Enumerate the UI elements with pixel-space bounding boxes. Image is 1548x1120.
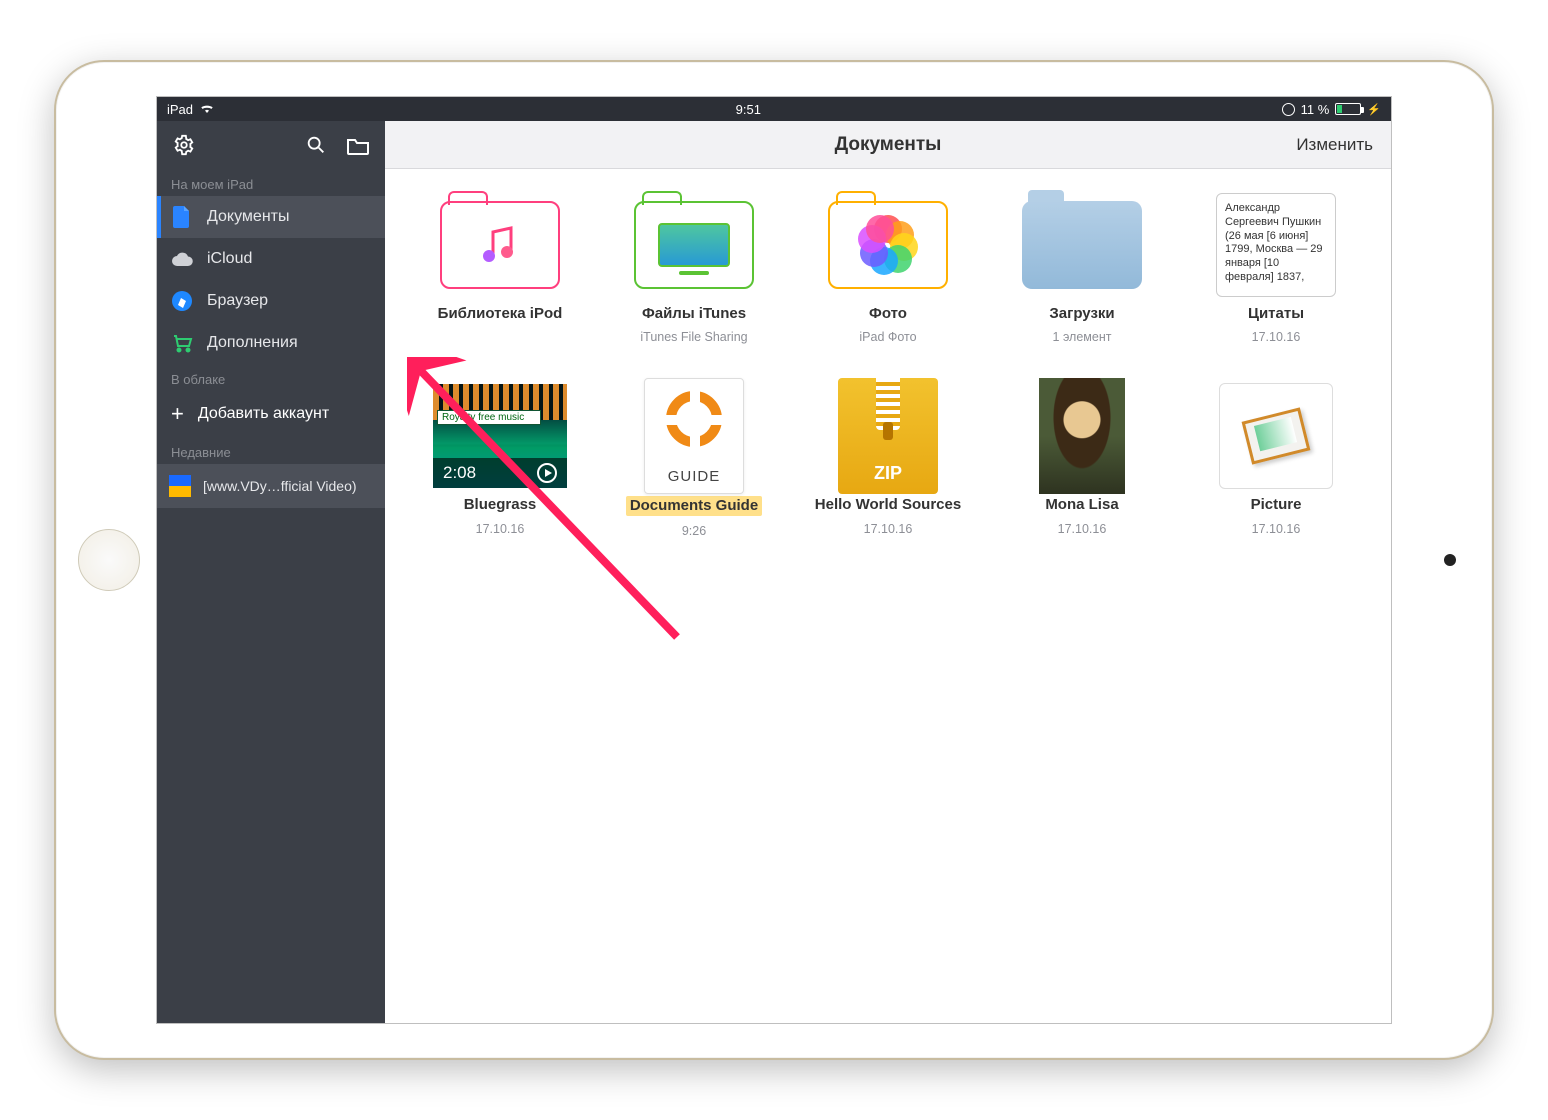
- home-button[interactable]: [78, 529, 140, 591]
- folder-icon: [1022, 201, 1142, 289]
- sidebar-item-icloud[interactable]: iCloud: [157, 238, 385, 280]
- sidebar: На моем iPad Документы iCloud: [157, 121, 385, 1023]
- zip-icon: ZIP: [838, 378, 938, 494]
- cart-icon: [171, 332, 193, 354]
- recent-item[interactable]: [www.VDy…fficial Video): [157, 464, 385, 508]
- play-icon: [537, 463, 557, 483]
- tile-documents-guide[interactable]: GUIDE Documents Guide 9:26: [609, 384, 779, 537]
- tile-subtitle: 1 элемент: [1053, 330, 1112, 344]
- thumb-caption: Royalty free music: [437, 410, 541, 425]
- tile-title: Цитаты: [1248, 305, 1304, 322]
- sidebar-item-browser[interactable]: Браузер: [157, 280, 385, 322]
- tile-title: Picture: [1251, 496, 1302, 513]
- display-icon: [658, 223, 730, 267]
- section-recent: Недавние: [157, 437, 385, 464]
- tile-title: Hello World Sources: [815, 496, 961, 513]
- text-document-icon: Александр Сергеевич Пушкин (26 мая [6 ию…: [1216, 193, 1336, 297]
- guide-icon: GUIDE: [644, 378, 744, 494]
- charging-icon: ⚡: [1367, 103, 1381, 116]
- wifi-icon: [199, 102, 215, 117]
- plus-icon: +: [171, 401, 184, 427]
- tile-title: Загрузки: [1049, 305, 1114, 322]
- tile-title: Bluegrass: [464, 496, 537, 513]
- add-account-button[interactable]: + Добавить аккаунт: [157, 391, 385, 437]
- tile-picture[interactable]: Picture 17.10.16: [1191, 384, 1361, 537]
- section-cloud: В облаке: [157, 364, 385, 391]
- section-my-ipad: На моем iPad: [157, 169, 385, 196]
- cloud-icon: [171, 248, 193, 270]
- tile-hello-world-sources[interactable]: ZIP Hello World Sources 17.10.16: [803, 384, 973, 537]
- tile-subtitle: 17.10.16: [476, 522, 525, 536]
- tile-mona-lisa[interactable]: Mona Lisa 17.10.16: [997, 384, 1167, 537]
- edit-button[interactable]: Изменить: [1296, 135, 1373, 155]
- recent-item-label: [www.VDy…fficial Video): [203, 478, 357, 494]
- status-bar: iPad 9:51 11 % ⚡: [157, 97, 1391, 121]
- tile-subtitle: 17.10.16: [1252, 522, 1301, 536]
- sidebar-item-label: Браузер: [207, 292, 268, 310]
- tile-title: Mona Lisa: [1045, 496, 1118, 513]
- battery-icon: [1335, 103, 1361, 115]
- tile-subtitle: 17.10.16: [864, 522, 913, 536]
- sidebar-toolbar: [157, 121, 385, 169]
- screen: iPad 9:51 11 % ⚡: [156, 96, 1392, 1024]
- tile-title: Библиотека iPod: [438, 305, 563, 322]
- video-thumbnail: Royalty free music 2:08: [433, 384, 567, 488]
- compass-icon: [171, 290, 193, 312]
- tile-title: Фото: [869, 305, 907, 322]
- image-thumbnail: [1039, 378, 1125, 494]
- main-header: Документы Изменить: [385, 121, 1391, 169]
- tile-title: Файлы iTunes: [642, 305, 746, 322]
- folder-button[interactable]: [343, 130, 373, 160]
- tile-subtitle: iTunes File Sharing: [640, 330, 747, 344]
- guide-label: GUIDE: [668, 468, 721, 485]
- page-title: Документы: [835, 134, 942, 156]
- tile-quotes[interactable]: Александр Сергеевич Пушкин (26 мая [6 ию…: [1191, 193, 1361, 344]
- main-pane: Документы Изменить Библиотека iPod Ф: [385, 121, 1391, 1023]
- ipad-frame: iPad 9:51 11 % ⚡: [54, 60, 1494, 1060]
- sidebar-item-documents[interactable]: Документы: [157, 196, 385, 238]
- tile-subtitle: 17.10.16: [1058, 522, 1107, 536]
- sidebar-item-label: Дополнения: [207, 334, 298, 352]
- sidebar-item-label: Документы: [207, 208, 289, 226]
- clock: 9:51: [736, 102, 761, 117]
- search-button[interactable]: [301, 130, 331, 160]
- tile-subtitle: 9:26: [682, 524, 706, 538]
- device-label: iPad: [167, 102, 193, 117]
- tile-downloads[interactable]: Загрузки 1 элемент: [997, 193, 1167, 344]
- image-document-icon: [1219, 383, 1333, 489]
- video-duration: 2:08: [443, 463, 476, 483]
- settings-button[interactable]: [169, 130, 199, 160]
- tile-bluegrass[interactable]: Royalty free music 2:08 Bluegrass 17.10.…: [415, 384, 585, 537]
- sidebar-item-addons[interactable]: Дополнения: [157, 322, 385, 364]
- file-icon: [169, 475, 191, 497]
- zip-label: ZIP: [874, 463, 902, 484]
- tile-subtitle: iPad Фото: [859, 330, 916, 344]
- tile-title: Documents Guide: [626, 496, 762, 515]
- add-account-label: Добавить аккаунт: [198, 405, 329, 423]
- tile-ipod-library[interactable]: Библиотека iPod: [415, 193, 585, 344]
- files-grid: Библиотека iPod Файлы iTunes iTunes File…: [385, 169, 1391, 562]
- front-camera: [1444, 554, 1456, 566]
- tile-photos[interactable]: Фото iPad Фото: [803, 193, 973, 344]
- photos-icon: [860, 217, 916, 273]
- tile-itunes-files[interactable]: Файлы iTunes iTunes File Sharing: [609, 193, 779, 344]
- battery-pct: 11 %: [1301, 102, 1330, 117]
- orientation-lock-icon: [1282, 103, 1295, 116]
- document-icon: [171, 206, 193, 228]
- sidebar-item-label: iCloud: [207, 250, 252, 268]
- tile-subtitle: 17.10.16: [1252, 330, 1301, 344]
